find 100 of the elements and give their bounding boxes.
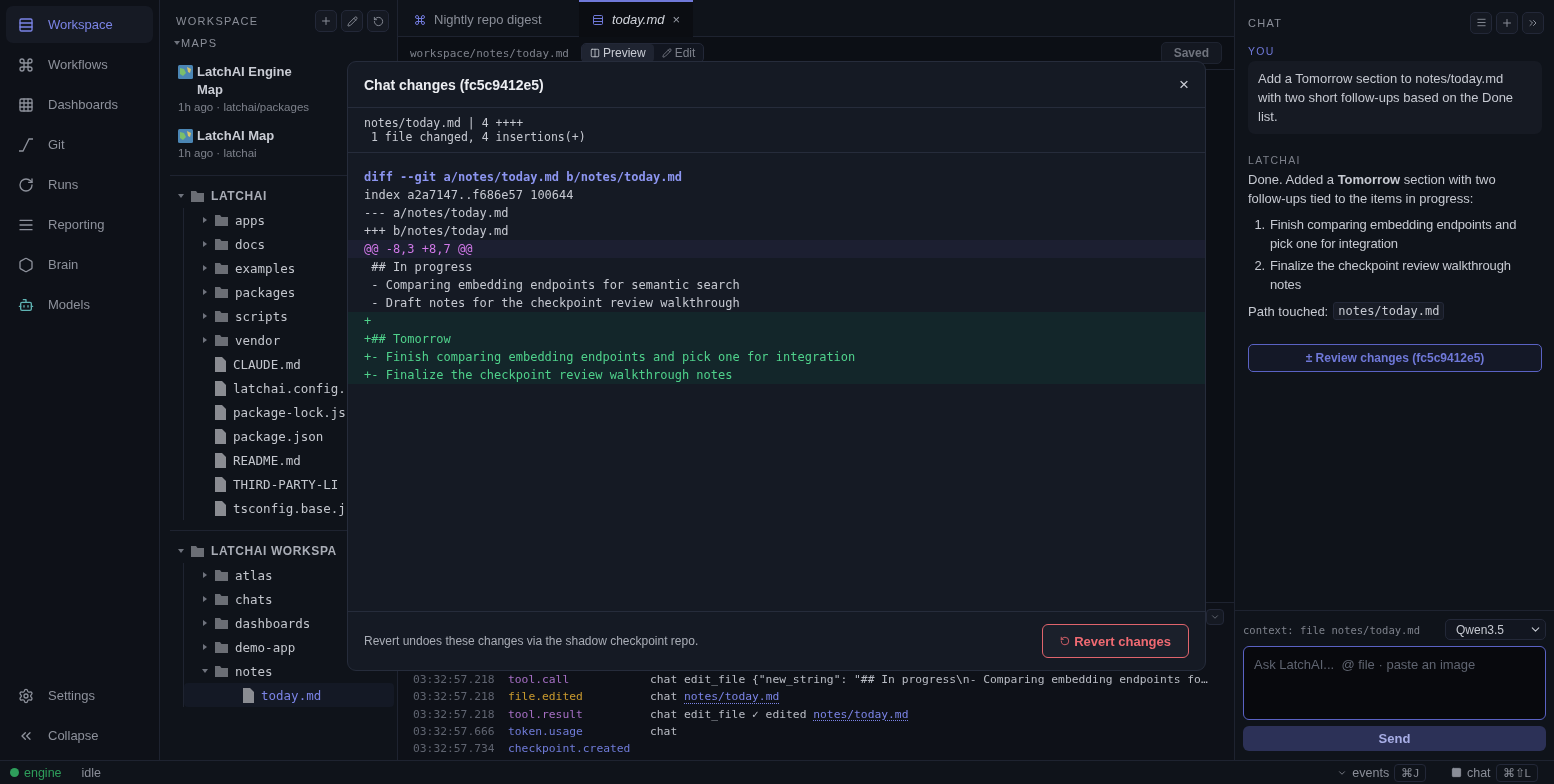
- diff-line: --- a/notes/today.md: [363, 205, 510, 222]
- folder-row[interactable]: apps: [184, 208, 270, 232]
- chat-toggle[interactable]: chat: [1466, 765, 1491, 780]
- caret-icon[interactable]: [202, 572, 208, 578]
- map-title[interactable]: LatchAI Engine Map: [197, 63, 315, 99]
- file-row[interactable]: package-lock.js: [184, 400, 350, 424]
- add-button[interactable]: [315, 10, 337, 32]
- caret-icon[interactable]: [178, 193, 184, 199]
- caret-icon: [1210, 612, 1220, 622]
- folder-row[interactable]: scripts: [184, 304, 292, 328]
- diff-line: index a2a7147..f686e57 100644: [363, 187, 575, 204]
- menu-button[interactable]: [1470, 11, 1492, 34]
- caret-icon[interactable]: [202, 265, 208, 271]
- engine-state: idle: [81, 765, 101, 780]
- caret-icon[interactable]: [202, 337, 208, 343]
- caret-icon[interactable]: [202, 644, 208, 650]
- file-row[interactable]: CLAUDE.md: [184, 352, 305, 376]
- map-title[interactable]: LatchAI Map: [197, 127, 275, 145]
- model-select[interactable]: Qwen3.5: [1445, 619, 1546, 640]
- editor-tab[interactable]: today.md ×: [579, 0, 694, 37]
- engine-label: engine: [24, 765, 62, 780]
- folder-row[interactable]: notes: [184, 659, 277, 683]
- caret-icon[interactable]: [202, 241, 208, 247]
- nav-item[interactable]: Workflows: [6, 46, 153, 83]
- nav-item[interactable]: Models: [6, 286, 153, 323]
- revert-button[interactable]: Revert changes: [1042, 624, 1189, 658]
- file-row[interactable]: tsconfig.base.j: [184, 496, 350, 520]
- file-row[interactable]: today.md: [184, 683, 394, 707]
- nav-item[interactable]: Reporting: [6, 206, 153, 243]
- folder-row[interactable]: vendor: [184, 328, 285, 352]
- path-code: notes/today.md: [1333, 302, 1445, 320]
- event-type: token.usage: [508, 725, 584, 739]
- folder-row[interactable]: examples: [184, 256, 300, 280]
- file-icon: [214, 452, 227, 468]
- diff-line: +++ b/notes/today.md: [363, 223, 510, 240]
- folder-icon: [214, 285, 229, 299]
- nav-item[interactable]: Dashboards: [6, 86, 153, 123]
- send-button[interactable]: Send: [1243, 726, 1546, 751]
- edit-button[interactable]: [341, 10, 363, 32]
- collapse-button[interactable]: [1522, 11, 1544, 34]
- path-label: Path touched:: [1248, 303, 1329, 319]
- file-link[interactable]: notes/today.md: [684, 690, 780, 704]
- caret-icon[interactable]: [202, 217, 208, 223]
- caret-icon[interactable]: [174, 40, 180, 46]
- root-folder-row[interactable]: LATCHAI WORKSPA: [160, 539, 341, 563]
- close-button[interactable]: ×: [672, 12, 681, 27]
- folder-row[interactable]: dashboards: [184, 611, 315, 635]
- undo-icon: [1060, 636, 1071, 646]
- folder-row[interactable]: demo-app: [184, 635, 300, 659]
- event-time: 03:32:57.734: [413, 742, 496, 756]
- new-chat-button[interactable]: [1496, 11, 1518, 34]
- nav-item[interactable]: Workspace: [6, 6, 153, 43]
- context-label: context: file notes/today.md: [1243, 623, 1420, 636]
- map-meta: 1h ago · latchai/packages: [178, 101, 311, 113]
- user-message: Add a Tomorrow section to notes/today.md with two short follow-ups based on the Done list.: [1248, 61, 1542, 134]
- save-status[interactable]: Saved: [1160, 42, 1222, 64]
- nav-item[interactable]: Runs: [6, 166, 153, 203]
- nav-item[interactable]: Settings: [6, 677, 153, 714]
- robot-icon: [18, 296, 34, 313]
- command-icon: [414, 13, 426, 26]
- nav-item[interactable]: Collapse: [6, 717, 153, 754]
- caret-icon[interactable]: [202, 596, 208, 602]
- message-input[interactable]: Ask LatchAI... @ file · paste an image: [1243, 646, 1546, 720]
- editor-tab[interactable]: Nightly repo digest: [401, 0, 579, 37]
- event-time: 03:32:57.218: [413, 690, 496, 704]
- file-row[interactable]: package.json: [184, 424, 328, 448]
- refresh-icon: [372, 15, 384, 27]
- nav-item[interactable]: Git: [6, 126, 153, 163]
- folder-row[interactable]: docs: [184, 232, 270, 256]
- file-row[interactable]: THIRD-PARTY-LI: [184, 472, 343, 496]
- file-row[interactable]: latchai.config.: [184, 376, 350, 400]
- file-name: today.md: [261, 687, 322, 703]
- event-detail: chat: [650, 690, 679, 704]
- diff-line: - Comparing embedding endpoints for semantic search: [370, 277, 741, 294]
- caret-icon[interactable]: [202, 289, 208, 295]
- view-toggle[interactable]: Preview: [581, 44, 654, 62]
- events-toggle[interactable]: events: [1352, 765, 1390, 780]
- close-button[interactable]: ×: [1179, 74, 1189, 95]
- folder-name: notes: [235, 663, 273, 679]
- folder-icon: [214, 309, 229, 323]
- nav-item[interactable]: Brain: [6, 246, 153, 283]
- caret-icon[interactable]: [178, 548, 184, 554]
- review-button[interactable]: ± Review changes (fc5c9412e5): [1248, 344, 1542, 372]
- folder-row[interactable]: packages: [184, 280, 300, 304]
- caret-icon[interactable]: [202, 620, 208, 626]
- root-folder-name: LATCHAI: [211, 189, 267, 203]
- refresh-button[interactable]: [367, 10, 389, 32]
- map-meta: 1h ago · latchai: [178, 147, 258, 159]
- folder-icon: [214, 664, 229, 678]
- folder-row[interactable]: atlas: [184, 563, 277, 587]
- folder-row[interactable]: chats: [184, 587, 277, 611]
- folder-name: scripts: [235, 308, 288, 324]
- caret-icon[interactable]: [202, 668, 208, 674]
- file-row[interactable]: README.md: [184, 448, 305, 472]
- view-toggle[interactable]: Edit: [653, 44, 704, 62]
- file-link[interactable]: notes/today.md: [813, 707, 909, 721]
- root-folder-name: LATCHAI WORKSPA: [211, 544, 337, 558]
- caret-icon[interactable]: [202, 313, 208, 319]
- folder-icon: [214, 616, 229, 630]
- root-folder-row[interactable]: LATCHAI: [160, 184, 271, 208]
